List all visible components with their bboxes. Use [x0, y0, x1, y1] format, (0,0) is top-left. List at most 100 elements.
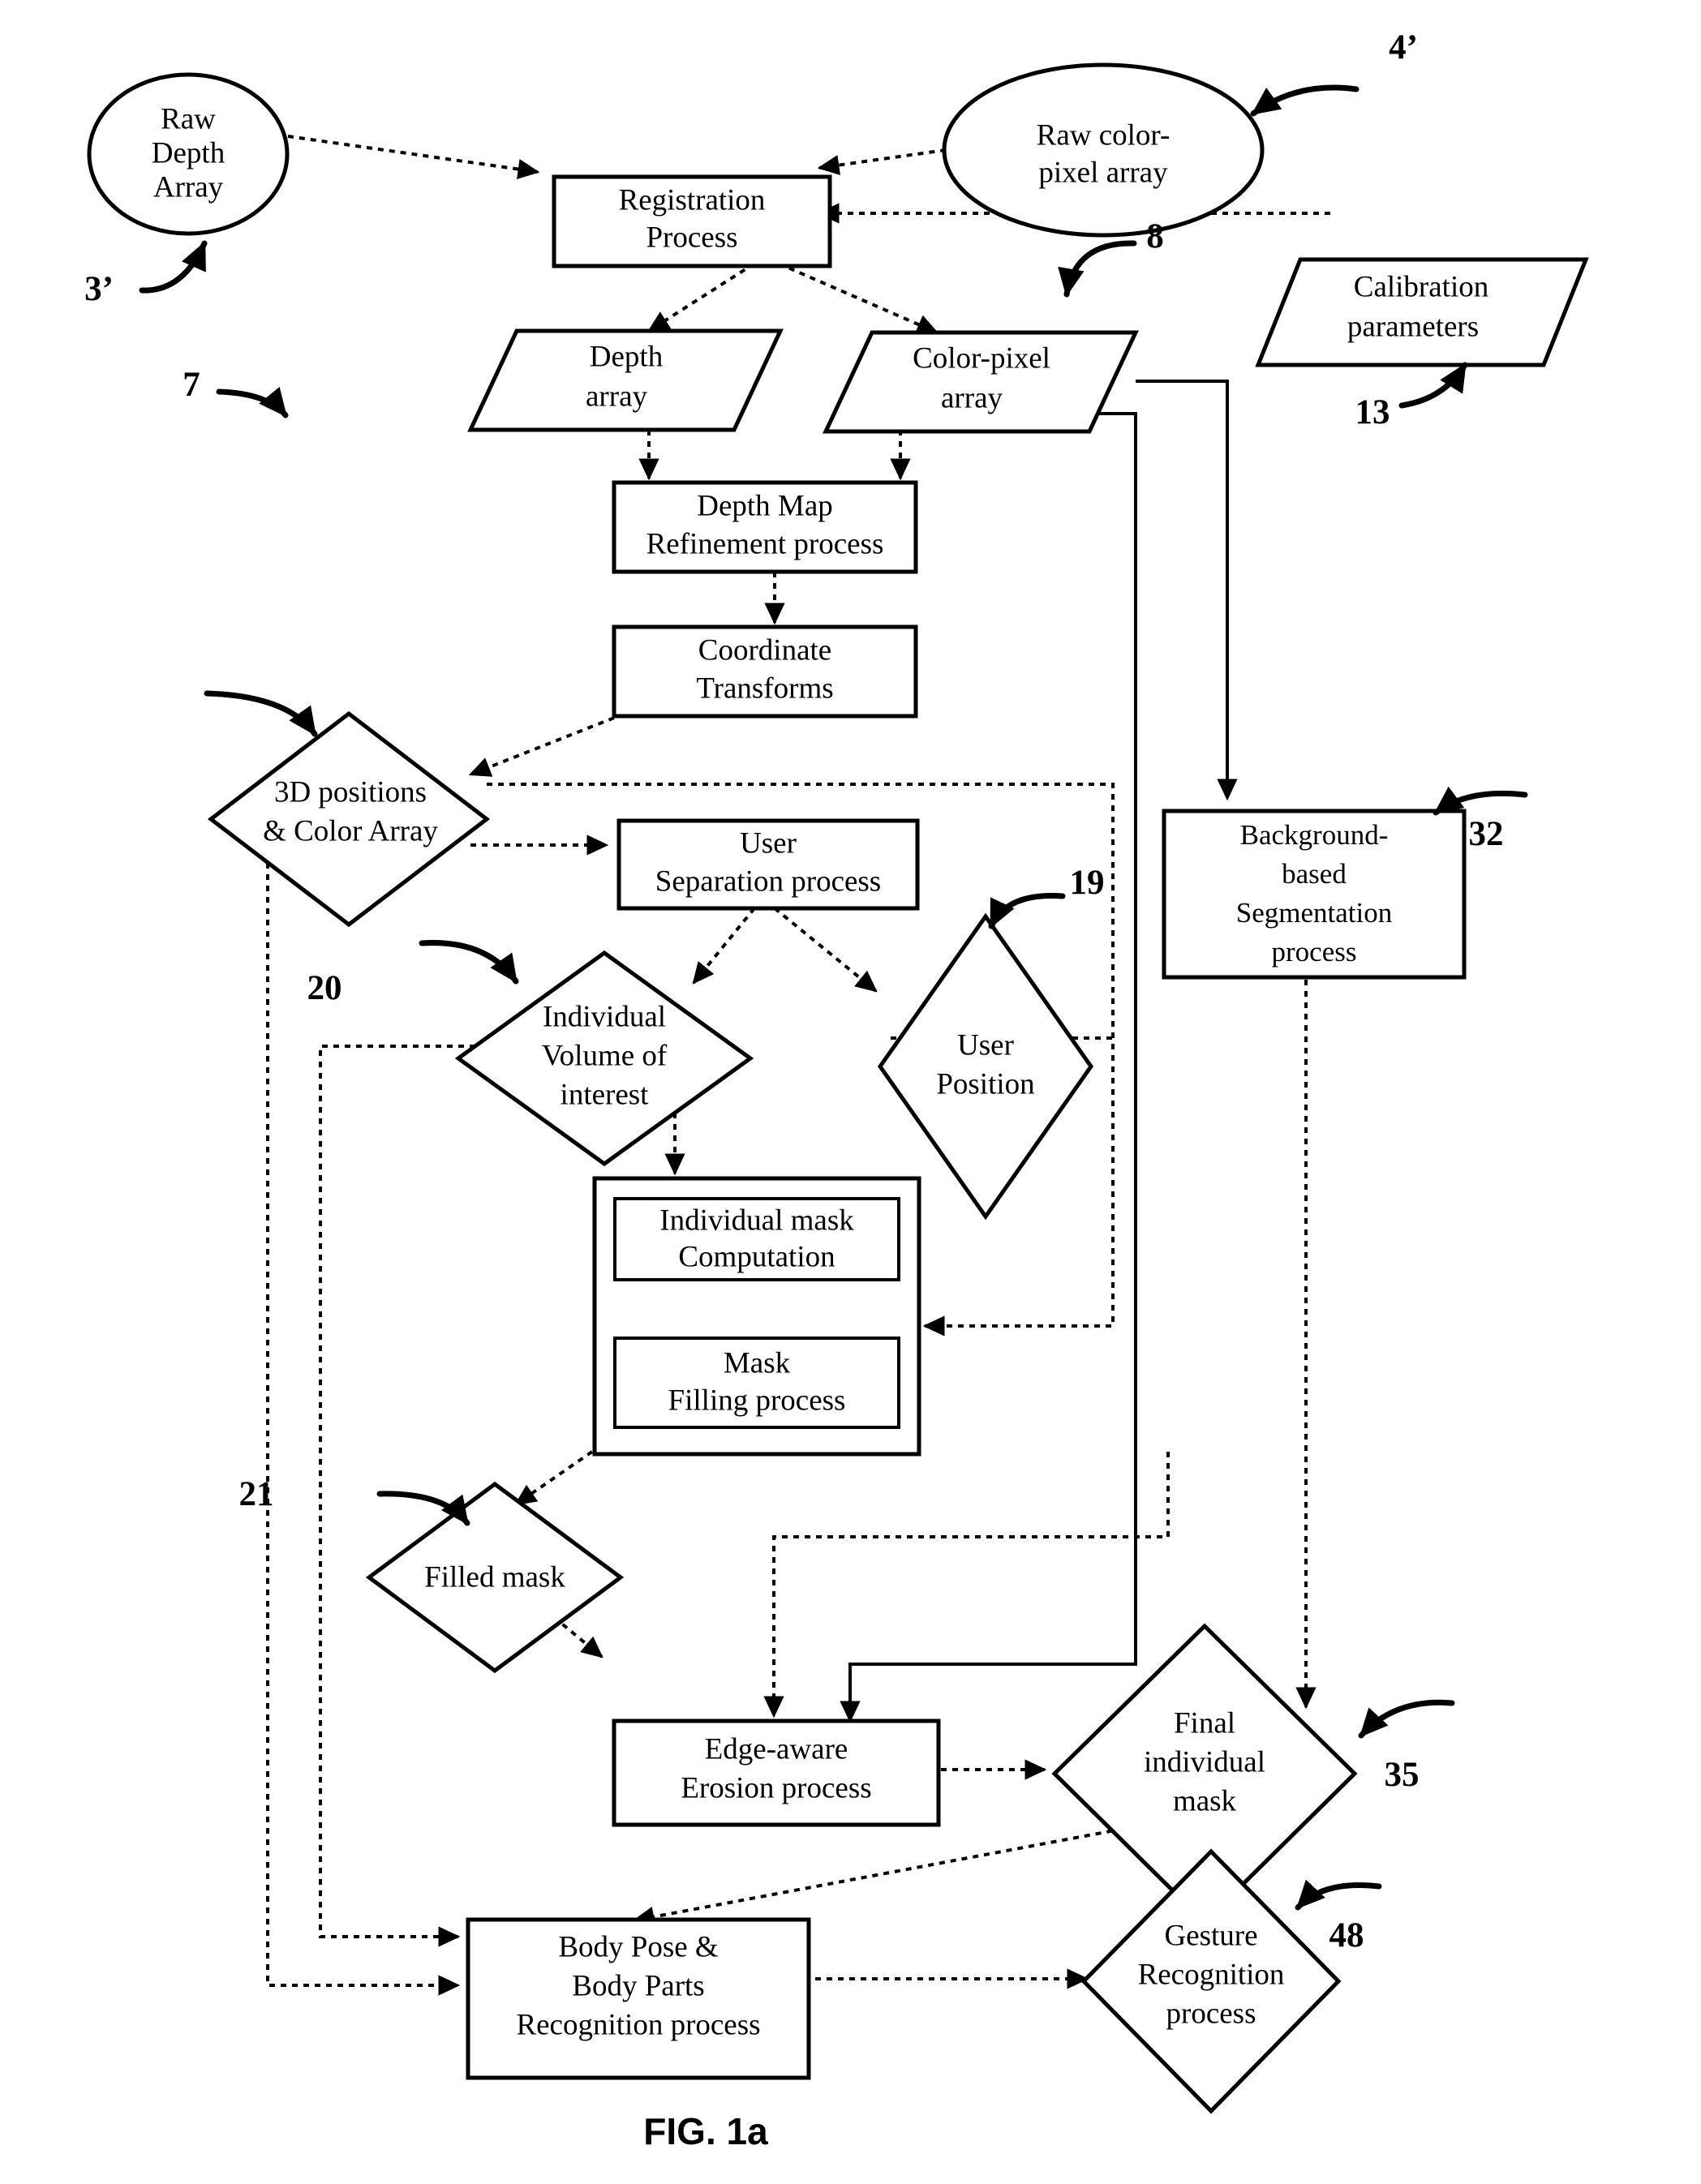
bus-colorpixel-to-background — [1136, 380, 1229, 792]
leader-ref-7 — [216, 386, 289, 418]
user-position-label-1: User — [957, 1028, 1014, 1062]
final-individual-mask-label-2: individual — [1144, 1745, 1265, 1779]
leader-ref-3 — [139, 240, 208, 294]
leader-ref-13 — [1398, 362, 1468, 409]
edge-userseparation-to-userposition — [773, 907, 878, 993]
gesture-recognition-label-3: process — [1166, 1997, 1256, 2030]
node-individual-volume-of-interest[interactable]: Individual Volume of interest — [454, 950, 754, 1167]
body-pose-recognition-label-2: Body Parts — [572, 1969, 704, 2002]
leader-ref-8 — [1058, 240, 1137, 298]
bus-maskgroup-to-erosion-a — [763, 1452, 1170, 1718]
leader-ref-20 — [419, 940, 519, 985]
final-individual-mask-label-1: Final — [1174, 1706, 1235, 1740]
color-pixel-array-label-2: array — [941, 381, 1003, 414]
registration-process-label-1: Registration — [619, 183, 766, 217]
edge-rawdepth-to-registration — [287, 135, 540, 180]
ref-19-label: 19 — [1070, 864, 1105, 902]
bus-volume-to-bodypose — [319, 1045, 600, 1947]
individual-mask-computation-label-1: Individual mask — [659, 1204, 854, 1237]
node-body-pose-recognition[interactable]: Body Pose & Body Parts Recognition proce… — [466, 1917, 811, 2080]
node-user-position[interactable]: User Position — [877, 912, 1094, 1221]
user-separation-process-label-2: Separation process — [655, 865, 881, 898]
node-raw-depth-array[interactable]: Raw Depth Array — [87, 72, 290, 236]
ref-20-label: 20 — [307, 969, 342, 1007]
figure-caption: FIG. 1a — [643, 2110, 768, 2152]
calibration-parameters-label-1: Calibration — [1354, 270, 1488, 303]
edge-aware-erosion-label-1: Edge-aware — [705, 1732, 848, 1766]
body-pose-recognition-label-3: Recognition process — [516, 2008, 760, 2041]
background-segmentation-label-3: Segmentation — [1236, 897, 1392, 929]
raw-color-pixel-array-label-2: pixel array — [1038, 156, 1168, 189]
raw-depth-array-label-1: Raw — [161, 102, 216, 135]
coordinate-transforms-label-2: Transforms — [696, 672, 833, 705]
raw-color-pixel-array-label-1: Raw color- — [1037, 118, 1171, 152]
patent-figure: Raw Depth Array Raw color- pixel array R… — [0, 0, 1701, 2184]
edge-aware-erosion-label-2: Erosion process — [681, 1771, 871, 1804]
ref-35-label: 35 — [1385, 1756, 1420, 1794]
raw-depth-array-label-2: Depth — [152, 136, 226, 169]
node-raw-color-pixel-array[interactable]: Raw color- pixel array — [942, 62, 1265, 238]
individual-volume-label-3: interest — [561, 1078, 650, 1111]
edge-userseparation-to-volume — [692, 907, 756, 985]
ref-48-label: 48 — [1329, 1916, 1364, 1954]
node-calibration-parameters[interactable]: Calibration parameters — [1255, 257, 1589, 367]
leader-positions-pointer — [204, 690, 318, 737]
ref-21-label: 21 — [239, 1475, 274, 1513]
coordinate-transforms-label-1: Coordinate — [698, 633, 831, 667]
node-registration-process[interactable]: Registration Process — [552, 174, 832, 268]
node-gesture-recognition[interactable]: Gesture Recognition process — [1080, 1848, 1342, 2114]
background-segmentation-label-2: based — [1282, 858, 1347, 890]
mask-filling-process-label-1: Mask — [724, 1346, 791, 1379]
ref-13-label: 13 — [1355, 393, 1390, 431]
node-background-segmentation[interactable]: Background- based Segmentation process — [1162, 809, 1467, 980]
edge-rawcolor-to-registration — [817, 147, 958, 176]
bus-positions-to-bodypose — [266, 852, 461, 1996]
individual-mask-computation-label-2: Computation — [678, 1240, 835, 1273]
final-individual-mask-label-3: mask — [1173, 1784, 1237, 1817]
node-individual-mask-computation[interactable]: Individual mask Computation — [613, 1197, 900, 1281]
gesture-recognition-label-1: Gesture — [1164, 1919, 1257, 1952]
user-position-shape — [877, 912, 1094, 1221]
flowchart-canvas: Raw Depth Array Raw color- pixel array R… — [84, 28, 1589, 2152]
ref-7-label: 7 — [183, 366, 200, 404]
calibration-parameters-label-2: parameters — [1347, 310, 1479, 343]
background-segmentation-label-1: Background- — [1240, 819, 1389, 851]
gesture-recognition-label-2: Recognition — [1138, 1958, 1285, 1991]
raw-depth-array-label-3: Array — [153, 170, 224, 204]
ref-8-label: 8 — [1146, 217, 1164, 255]
leader-ref-19 — [988, 892, 1066, 929]
depth-array-label-2: array — [586, 380, 647, 413]
ref-3-label: 3’ — [84, 270, 114, 308]
user-position-label-2: Position — [936, 1067, 1034, 1101]
ref-32-label: 32 — [1469, 815, 1504, 853]
edge-maskfilling-to-filledmask — [514, 1450, 594, 1506]
depth-array-label-1: Depth — [590, 340, 664, 373]
edge-registration-to-colorpixel — [778, 262, 939, 334]
leader-ref-35 — [1358, 1699, 1455, 1739]
depth-map-refinement-label-1: Depth Map — [697, 489, 833, 522]
node-depth-array[interactable]: Depth array — [467, 328, 784, 432]
positions-color-array-label-1: 3D positions — [274, 775, 427, 809]
node-edge-aware-erosion[interactable]: Edge-aware Erosion process — [612, 1718, 941, 1827]
color-pixel-array-label-1: Color-pixel — [913, 341, 1050, 375]
mask-filling-process-label-2: Filling process — [668, 1384, 846, 1417]
leader-ref-48 — [1295, 1879, 1382, 1911]
positions-color-array-label-2: & Color Array — [263, 814, 438, 847]
registration-process-label-2: Process — [646, 221, 737, 254]
ref-4-label: 4’ — [1389, 28, 1418, 67]
edge-finalmask-to-bodypose — [632, 1827, 1124, 1927]
edge-transforms-to-positions — [468, 712, 625, 777]
node-depth-map-refinement[interactable]: Depth Map Refinement process — [612, 480, 918, 574]
node-mask-filling-process[interactable]: Mask Filling process — [613, 1337, 900, 1429]
node-color-pixel-array[interactable]: Color-pixel array — [823, 330, 1139, 434]
body-pose-recognition-label-1: Body Pose & — [558, 1930, 719, 1963]
user-separation-process-label-1: User — [740, 826, 797, 860]
individual-volume-label-1: Individual — [543, 1000, 666, 1033]
node-positions-color-array[interactable]: 3D positions & Color Array — [207, 710, 491, 928]
edge-registration-to-deptharray — [647, 262, 756, 333]
node-coordinate-transforms[interactable]: Coordinate Transforms — [612, 624, 918, 719]
node-user-separation-process[interactable]: User Separation process — [616, 818, 920, 911]
leader-ref-4 — [1250, 84, 1360, 117]
background-segmentation-label-4: process — [1272, 936, 1357, 968]
filled-mask-label-1: Filled mask — [424, 1560, 565, 1594]
